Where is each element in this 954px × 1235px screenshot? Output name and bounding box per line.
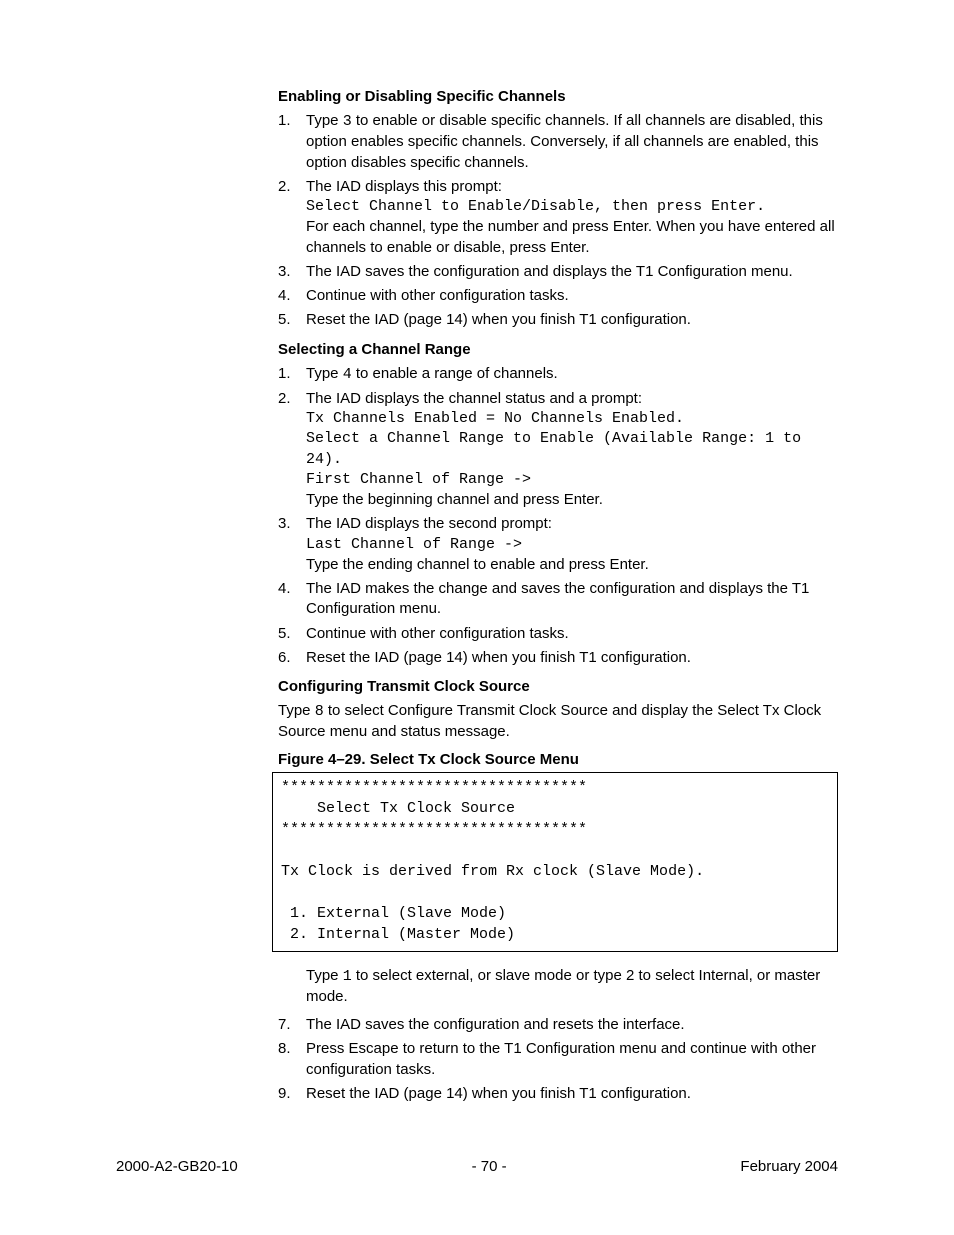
- heading-channel-range: Selecting a Channel Range: [278, 341, 838, 358]
- item-body: The IAD displays the channel status and …: [306, 389, 838, 511]
- list-item: 2. The IAD displays the channel status a…: [278, 389, 838, 511]
- list-item: 3. The IAD displays the second prompt: L…: [278, 514, 838, 575]
- text: to enable a range of channels.: [352, 365, 558, 382]
- intro-paragraph: Type 8 to select Configure Transmit Cloc…: [278, 701, 838, 743]
- list-item: 8. Press Escape to return to the T1 Conf…: [278, 1039, 838, 1080]
- item-body: Type 4 to enable a range of channels.: [306, 364, 838, 385]
- text: Type the beginning channel and press Ent…: [306, 490, 838, 510]
- text: For each channel, type the number and pr…: [306, 217, 838, 258]
- footer-page-number: - 70 -: [472, 1158, 507, 1175]
- mono-text: 4: [343, 366, 352, 383]
- item-number: 6.: [278, 648, 306, 668]
- item-body: Reset the IAD (page 14) when you finish …: [306, 310, 838, 330]
- list-section1: 1. Type 3 to enable or disable specific …: [278, 111, 838, 331]
- list-item: 9. Reset the IAD (page 14) when you fini…: [278, 1084, 838, 1104]
- item-number: 9.: [278, 1084, 306, 1104]
- text: to select external, or slave mode or typ…: [306, 967, 820, 1005]
- item-body: The IAD makes the change and saves the c…: [306, 579, 838, 620]
- page-content: Enabling or Disabling Specific Channels …: [0, 0, 954, 1104]
- item-body: The IAD saves the configuration and rese…: [306, 1015, 838, 1035]
- text: The IAD displays this prompt:: [306, 177, 838, 197]
- item-body: Reset the IAD (page 14) when you finish …: [306, 648, 838, 668]
- item-number: 3.: [278, 514, 306, 575]
- item-number: 7.: [278, 1015, 306, 1035]
- list-item: 1. Type 4 to enable a range of channels.: [278, 364, 838, 385]
- text: Type: [278, 702, 315, 719]
- list-item: 2. The IAD displays this prompt: Select …: [278, 177, 838, 258]
- item-number: 1.: [278, 111, 306, 173]
- item-number: 3.: [278, 262, 306, 282]
- text: to select Configure Transmit Clock Sourc…: [278, 702, 821, 740]
- item-number: 8.: [278, 1039, 306, 1080]
- item-number: 1.: [278, 364, 306, 385]
- menu-box: ********************************** Selec…: [272, 772, 838, 952]
- page-footer: 2000-A2-GB20-10 - 70 - February 2004: [116, 1158, 838, 1175]
- item-number: 4.: [278, 579, 306, 620]
- code-line: Last Channel of Range ->: [306, 535, 838, 555]
- item-body: Continue with other configuration tasks.: [306, 624, 838, 644]
- list-item: 4. Continue with other configuration tas…: [278, 286, 838, 306]
- heading-transmit-clock: Configuring Transmit Clock Source: [278, 678, 838, 695]
- item-body: Type 3 to enable or disable specific cha…: [306, 111, 838, 173]
- text: The IAD displays the channel status and …: [306, 389, 838, 409]
- list-item: 4. The IAD makes the change and saves th…: [278, 579, 838, 620]
- list-section3: 7. The IAD saves the configuration and r…: [278, 1015, 838, 1104]
- figure-caption: Figure 4–29. Select Tx Clock Source Menu: [278, 751, 838, 768]
- list-item: 1. Type 3 to enable or disable specific …: [278, 111, 838, 173]
- list-item: 6. Reset the IAD (page 14) when you fini…: [278, 648, 838, 668]
- item-number: 5.: [278, 624, 306, 644]
- list-item: 3. The IAD saves the configuration and d…: [278, 262, 838, 282]
- footer-doc-id: 2000-A2-GB20-10: [116, 1158, 238, 1175]
- mono-text: 3: [343, 113, 352, 130]
- item-body: Reset the IAD (page 14) when you finish …: [306, 1084, 838, 1104]
- after-menu-paragraph: Type 1 to select external, or slave mode…: [306, 966, 838, 1008]
- item-body: The IAD displays this prompt: Select Cha…: [306, 177, 838, 258]
- item-number: 5.: [278, 310, 306, 330]
- mono-text: 1: [343, 968, 352, 985]
- list-item: 7. The IAD saves the configuration and r…: [278, 1015, 838, 1035]
- item-number: 4.: [278, 286, 306, 306]
- list-item: 5. Reset the IAD (page 14) when you fini…: [278, 310, 838, 330]
- code-line: Select Channel to Enable/Disable, then p…: [306, 197, 838, 217]
- text: Type the ending channel to enable and pr…: [306, 555, 838, 575]
- footer-date: February 2004: [740, 1158, 838, 1175]
- list-section2: 1. Type 4 to enable a range of channels.…: [278, 364, 838, 669]
- code-line: Tx Channels Enabled = No Channels Enable…: [306, 409, 838, 490]
- heading-enabling-disabling: Enabling or Disabling Specific Channels: [278, 88, 838, 105]
- item-body: The IAD saves the configuration and disp…: [306, 262, 838, 282]
- text: The IAD displays the second prompt:: [306, 514, 838, 534]
- text: Type: [306, 365, 343, 382]
- list-item: 5. Continue with other configuration tas…: [278, 624, 838, 644]
- text: Type: [306, 112, 343, 129]
- text: to enable or disable specific channels. …: [306, 112, 823, 171]
- item-number: 2.: [278, 177, 306, 258]
- text: Type: [306, 967, 343, 984]
- item-body: The IAD displays the second prompt: Last…: [306, 514, 838, 575]
- mono-text: 8: [315, 703, 324, 720]
- item-body: Continue with other configuration tasks.: [306, 286, 838, 306]
- item-number: 2.: [278, 389, 306, 511]
- item-body: Press Escape to return to the T1 Configu…: [306, 1039, 838, 1080]
